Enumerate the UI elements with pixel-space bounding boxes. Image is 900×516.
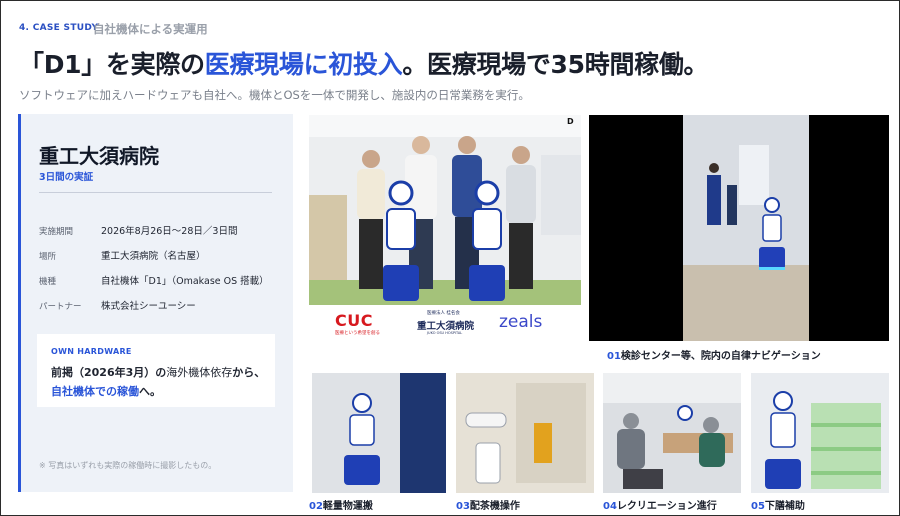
page-title: 「D1」を実際の医療現場に初投入。医療現場で35時間稼働。 — [19, 45, 709, 81]
page-subtitle: ソフトウェアに加えハードウェアも自社へ。機体とOSを一体で開発し、施設内の日常業… — [19, 88, 530, 102]
box-text-highlight: 自社機体での稼働 — [51, 385, 139, 398]
info-label: パートナー — [39, 302, 82, 312]
caption-04: 04レクリエーション進行 — [603, 497, 717, 512]
caption-number: 02 — [309, 501, 323, 512]
section-tag: 4. CASE STUDY — [19, 23, 99, 33]
box-text-4: へ。 — [139, 385, 161, 398]
box-text-1: 前掲（2026年3月）の — [51, 366, 167, 379]
headline-part-1: 「D1」を実際の — [19, 50, 205, 79]
info-value: 株式会社シーユーシー — [101, 301, 196, 312]
caption-05: 05下膳補助 — [751, 497, 805, 512]
caption-number: 05 — [751, 501, 765, 512]
group-photo: D CUC 医療という希望を創る 医療法人 桂名会 重工大須病院 JUKO OS… — [309, 115, 581, 341]
own-hardware-label: OWN HARDWARE — [51, 347, 132, 356]
navigation-photo-image — [589, 115, 889, 341]
hospital-name: 重工大須病院 — [39, 144, 159, 168]
caption-number: 04 — [603, 501, 617, 512]
caption-02: 02軽量物運搬 — [309, 497, 373, 512]
caption-text: レクリエーション進行 — [616, 501, 717, 512]
navigation-photo — [589, 115, 889, 341]
hospital-logo: 重工大須病院 — [417, 321, 475, 332]
d1-mark: D — [567, 117, 574, 126]
hospital-info-card: 重工大須病院 3日間の実証 実施期間 2026年8月26日〜28日／3日間 場所 重… — [18, 114, 293, 492]
info-row-partner: パートナー 株式会社シーユーシー — [39, 298, 196, 312]
caption-03: 03配茶機操作 — [456, 497, 520, 512]
info-value: 重工大須病院（名古屋） — [101, 251, 206, 262]
tray-collection-photo — [751, 373, 889, 493]
hospital-logo-top: 医療法人 桂名会 — [427, 311, 460, 316]
caption-text: 下膳補助 — [764, 501, 805, 512]
headline-highlight: 医療現場に初投入 — [204, 50, 403, 79]
zeals-logo: zeals — [499, 312, 543, 332]
box-text-3: から、 — [232, 366, 266, 379]
info-label: 実施期間 — [39, 227, 74, 237]
info-row-model: 機種 自社機体「D1」（Omakase OS 搭載） — [39, 273, 269, 287]
caption-01: 01検診センター等、院内の自律ナビゲーション — [607, 347, 821, 362]
info-label: 場所 — [39, 252, 57, 262]
box-text-2: 海外機体依存 — [166, 366, 233, 379]
caption-text: 検診センター等、院内の自律ナビゲーション — [620, 351, 821, 362]
caption-text: 配茶機操作 — [469, 501, 520, 512]
info-value: 2026年8月26日〜28日／3日間 — [101, 226, 238, 237]
own-hardware-box: OWN HARDWARE 前掲（2026年3月）の海外機体依存から、自社機体での… — [37, 334, 275, 407]
transport-photo — [312, 373, 446, 493]
caption-text: 軽量物運搬 — [322, 501, 373, 512]
partner-logos: CUC 医療という希望を創る 医療法人 桂名会 重工大須病院 JUKO OSU … — [309, 305, 581, 341]
info-row-period: 実施期間 2026年8月26日〜28日／3日間 — [39, 223, 237, 237]
photo-footnote: ※ 写真はいずれも実際の稼働時に撮影したもの。 — [39, 461, 217, 470]
transport-photo-image — [312, 373, 446, 493]
caption-number: 01 — [607, 351, 621, 362]
case-study-slide: 4. CASE STUDY 自社機体による実運用 「D1」を実際の医療現場に初投… — [0, 0, 900, 516]
info-value: 自社機体「D1」（Omakase OS 搭載） — [101, 276, 269, 287]
cuc-tagline: 医療という希望を創る — [335, 331, 380, 336]
recreation-photo-image — [603, 373, 741, 493]
divider — [39, 192, 272, 193]
headline-part-2: 。医療現場で35時間稼働。 — [402, 50, 709, 79]
tea-machine-photo — [456, 373, 594, 493]
info-row-location: 場所 重工大須病院（名古屋） — [39, 248, 206, 262]
section-subtitle: 自社機体による実運用 — [93, 22, 208, 36]
trial-duration: 3日間の実証 — [39, 172, 94, 183]
tray-collection-photo-image — [751, 373, 889, 493]
hospital-logo-sub: JUKO OSU HOSPITAL — [427, 331, 463, 335]
info-label: 機種 — [39, 277, 57, 287]
cuc-logo: CUC — [335, 311, 373, 330]
caption-number: 03 — [456, 501, 470, 512]
recreation-photo — [603, 373, 741, 493]
own-hardware-text: 前掲（2026年3月）の海外機体依存から、自社機体での稼働へ。 — [51, 363, 269, 401]
tea-machine-photo-image — [456, 373, 594, 493]
